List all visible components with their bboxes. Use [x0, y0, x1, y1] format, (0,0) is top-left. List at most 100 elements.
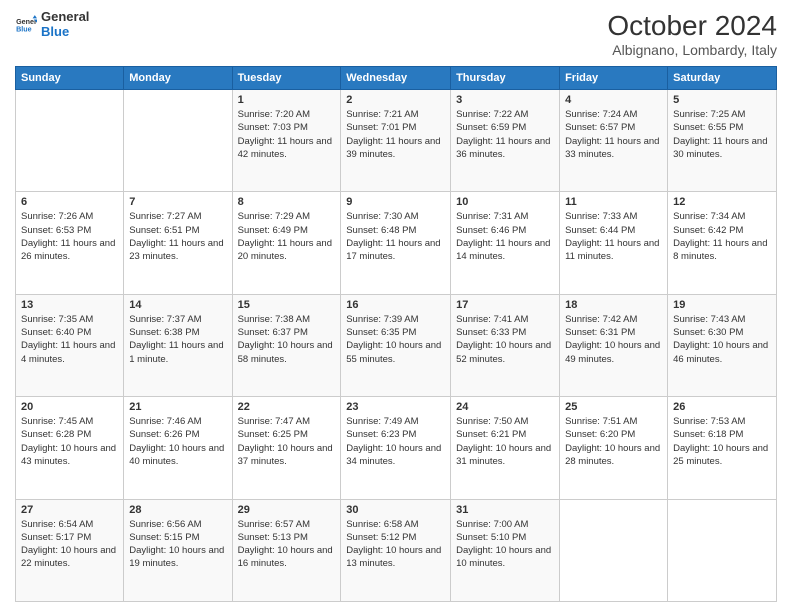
day-number: 7: [129, 196, 226, 208]
calendar-cell: 21 Sunrise: 7:46 AM Sunset: 6:26 PM Dayli…: [124, 397, 232, 499]
day-number: 27: [21, 504, 118, 516]
calendar-cell: 20Sunrise: 7:45 AM Sunset: 6:28 PM Dayli…: [16, 397, 124, 499]
day-info: Sunrise: 7:25 AM Sunset: 6:55 PM Dayligh…: [673, 108, 771, 161]
day-info: Sunrise: 7:34 AM Sunset: 6:42 PM Dayligh…: [673, 210, 771, 263]
day-info: Sunrise: 7:22 AM Sunset: 6:59 PM Dayligh…: [456, 108, 554, 161]
calendar-cell: 9Sunrise: 7:30 AM Sunset: 6:48 PM Daylig…: [341, 192, 451, 294]
calendar-cell: 28Sunrise: 6:56 AM Sunset: 5:15 PM Dayli…: [124, 499, 232, 601]
calendar-table: SundayMondayTuesdayWednesdayThursdayFrid…: [15, 66, 777, 602]
weekday-header-friday: Friday: [560, 67, 668, 90]
calendar-cell: 12Sunrise: 7:34 AM Sunset: 6:42 PM Dayli…: [668, 192, 777, 294]
day-number: 1: [238, 94, 336, 106]
logo: General Blue General Blue: [15, 10, 89, 40]
calendar-cell: 27 Sunrise: 6:54 AM Sunset: 5:17 PM Dayli…: [16, 499, 124, 601]
calendar-cell: 30Sunrise: 6:58 AM Sunset: 5:12 PM Dayli…: [341, 499, 451, 601]
calendar-cell: 29 Sunrise: 6:57 AM Sunset: 5:13 PM Dayli…: [232, 499, 341, 601]
calendar-week-row: 20Sunrise: 7:45 AM Sunset: 6:28 PM Dayli…: [16, 397, 777, 499]
calendar-cell: 3 Sunrise: 7:22 AM Sunset: 6:59 PM Daylig…: [451, 90, 560, 192]
day-info: Sunrise: 7:43 AM Sunset: 6:30 PM Dayligh…: [673, 313, 771, 366]
svg-text:Blue: Blue: [16, 26, 32, 34]
calendar-week-row: 6 Sunrise: 7:26 AM Sunset: 6:53 PM Daylig…: [16, 192, 777, 294]
day-info: Sunrise: 7:38 AM Sunset: 6:37 PM Dayligh…: [238, 313, 336, 366]
calendar-cell: 26Sunrise: 7:53 AM Sunset: 6:18 PM Dayli…: [668, 397, 777, 499]
day-number: 17: [456, 299, 554, 311]
page: General Blue General Blue October 2024 A…: [0, 0, 792, 612]
day-info: Sunrise: 7:35 AM Sunset: 6:40 PM Dayligh…: [21, 313, 118, 366]
day-number: 26: [673, 401, 771, 413]
day-info: Sunrise: 7:27 AM Sunset: 6:51 PM Dayligh…: [129, 210, 226, 263]
day-info: Sunrise: 6:57 AM Sunset: 5:13 PM Dayligh…: [238, 518, 336, 571]
day-info: Sunrise: 7:39 AM Sunset: 6:35 PM Dayligh…: [346, 313, 445, 366]
calendar-week-row: 13 Sunrise: 7:35 AM Sunset: 6:40 PM Dayli…: [16, 294, 777, 396]
calendar-cell: 8Sunrise: 7:29 AM Sunset: 6:49 PM Daylig…: [232, 192, 341, 294]
day-info: Sunrise: 7:47 AM Sunset: 6:25 PM Dayligh…: [238, 415, 336, 468]
calendar-cell: [124, 90, 232, 192]
weekday-header-tuesday: Tuesday: [232, 67, 341, 90]
calendar-cell: 4Sunrise: 7:24 AM Sunset: 6:57 PM Daylig…: [560, 90, 668, 192]
day-number: 23: [346, 401, 445, 413]
day-info: Sunrise: 7:00 AM Sunset: 5:10 PM Dayligh…: [456, 518, 554, 571]
calendar-header-row: SundayMondayTuesdayWednesdayThursdayFrid…: [16, 67, 777, 90]
calendar-cell: 18Sunrise: 7:42 AM Sunset: 6:31 PM Dayli…: [560, 294, 668, 396]
calendar-cell: 13 Sunrise: 7:35 AM Sunset: 6:40 PM Dayli…: [16, 294, 124, 396]
day-info: Sunrise: 7:51 AM Sunset: 6:20 PM Dayligh…: [565, 415, 662, 468]
day-number: 20: [21, 401, 118, 413]
header: General Blue General Blue October 2024 A…: [15, 10, 777, 58]
calendar-cell: 1 Sunrise: 7:20 AM Sunset: 7:03 PM Daylig…: [232, 90, 341, 192]
logo-general: General: [41, 10, 89, 25]
calendar-cell: 16Sunrise: 7:39 AM Sunset: 6:35 PM Dayli…: [341, 294, 451, 396]
logo-icon: General Blue: [15, 14, 37, 36]
calendar-cell: [668, 499, 777, 601]
calendar-cell: 6 Sunrise: 7:26 AM Sunset: 6:53 PM Daylig…: [16, 192, 124, 294]
day-info: Sunrise: 7:31 AM Sunset: 6:46 PM Dayligh…: [456, 210, 554, 263]
day-info: Sunrise: 7:46 AM Sunset: 6:26 PM Dayligh…: [129, 415, 226, 468]
calendar-cell: 25 Sunrise: 7:51 AM Sunset: 6:20 PM Dayli…: [560, 397, 668, 499]
calendar-cell: 24Sunrise: 7:50 AM Sunset: 6:21 PM Dayli…: [451, 397, 560, 499]
day-number: 19: [673, 299, 771, 311]
day-number: 2: [346, 94, 445, 106]
day-number: 28: [129, 504, 226, 516]
calendar-cell: 7 Sunrise: 7:27 AM Sunset: 6:51 PM Daylig…: [124, 192, 232, 294]
calendar-cell: 31 Sunrise: 7:00 AM Sunset: 5:10 PM Dayli…: [451, 499, 560, 601]
day-info: Sunrise: 7:24 AM Sunset: 6:57 PM Dayligh…: [565, 108, 662, 161]
calendar-cell: 17 Sunrise: 7:41 AM Sunset: 6:33 PM Dayli…: [451, 294, 560, 396]
day-number: 13: [21, 299, 118, 311]
title-section: October 2024 Albignano, Lombardy, Italy: [607, 10, 777, 58]
day-number: 15: [238, 299, 336, 311]
day-info: Sunrise: 7:29 AM Sunset: 6:49 PM Dayligh…: [238, 210, 336, 263]
day-number: 18: [565, 299, 662, 311]
day-number: 21: [129, 401, 226, 413]
calendar-cell: 10Sunrise: 7:31 AM Sunset: 6:46 PM Dayli…: [451, 192, 560, 294]
day-number: 6: [21, 196, 118, 208]
weekday-header-thursday: Thursday: [451, 67, 560, 90]
day-info: Sunrise: 7:37 AM Sunset: 6:38 PM Dayligh…: [129, 313, 226, 366]
calendar-week-row: 27 Sunrise: 6:54 AM Sunset: 5:17 PM Dayli…: [16, 499, 777, 601]
weekday-header-monday: Monday: [124, 67, 232, 90]
day-number: 14: [129, 299, 226, 311]
calendar-cell: [560, 499, 668, 601]
day-info: Sunrise: 7:26 AM Sunset: 6:53 PM Dayligh…: [21, 210, 118, 263]
day-number: 3: [456, 94, 554, 106]
day-number: 29: [238, 504, 336, 516]
day-number: 25: [565, 401, 662, 413]
calendar-week-row: 1 Sunrise: 7:20 AM Sunset: 7:03 PM Daylig…: [16, 90, 777, 192]
calendar-cell: 19 Sunrise: 7:43 AM Sunset: 6:30 PM Dayli…: [668, 294, 777, 396]
day-info: Sunrise: 6:58 AM Sunset: 5:12 PM Dayligh…: [346, 518, 445, 571]
calendar-cell: 5Sunrise: 7:25 AM Sunset: 6:55 PM Daylig…: [668, 90, 777, 192]
day-info: Sunrise: 7:20 AM Sunset: 7:03 PM Dayligh…: [238, 108, 336, 161]
weekday-header-wednesday: Wednesday: [341, 67, 451, 90]
day-info: Sunrise: 7:41 AM Sunset: 6:33 PM Dayligh…: [456, 313, 554, 366]
day-number: 31: [456, 504, 554, 516]
calendar-cell: [16, 90, 124, 192]
calendar-cell: 23 Sunrise: 7:49 AM Sunset: 6:23 PM Dayli…: [341, 397, 451, 499]
calendar-cell: 15 Sunrise: 7:38 AM Sunset: 6:37 PM Dayli…: [232, 294, 341, 396]
day-info: Sunrise: 7:49 AM Sunset: 6:23 PM Dayligh…: [346, 415, 445, 468]
day-number: 22: [238, 401, 336, 413]
calendar-cell: 11Sunrise: 7:33 AM Sunset: 6:44 PM Dayli…: [560, 192, 668, 294]
day-number: 11: [565, 196, 662, 208]
weekday-header-sunday: Sunday: [16, 67, 124, 90]
day-info: Sunrise: 7:50 AM Sunset: 6:21 PM Dayligh…: [456, 415, 554, 468]
day-info: Sunrise: 6:54 AM Sunset: 5:17 PM Dayligh…: [21, 518, 118, 571]
weekday-header-saturday: Saturday: [668, 67, 777, 90]
calendar-cell: 22 Sunrise: 7:47 AM Sunset: 6:25 PM Dayli…: [232, 397, 341, 499]
